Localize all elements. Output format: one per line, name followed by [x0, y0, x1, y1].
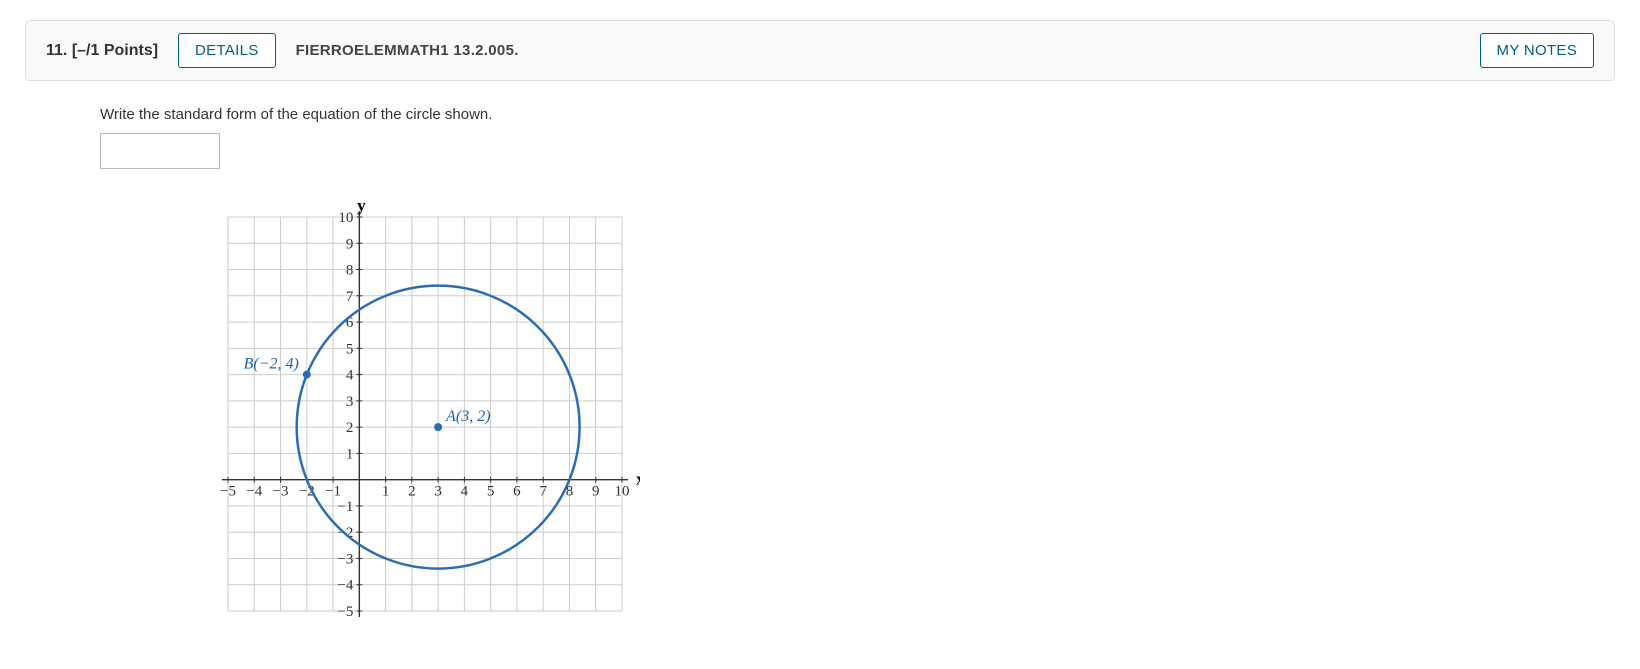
svg-text:x: x [636, 470, 640, 489]
svg-text:−1: −1 [325, 484, 341, 500]
svg-text:−4: −4 [337, 578, 353, 594]
svg-text:4: 4 [346, 368, 354, 384]
question-header: 11. [–/1 Points] DETAILS FIERROELEMMATH1… [25, 20, 1615, 81]
svg-text:2: 2 [408, 484, 416, 500]
svg-text:3: 3 [346, 394, 354, 410]
svg-text:7: 7 [539, 484, 547, 500]
svg-text:−4: −4 [246, 484, 262, 500]
graph-container: −5−4−3−2−112345678910−5−4−3−2−1123456789… [210, 199, 1540, 634]
svg-text:2: 2 [346, 420, 354, 436]
svg-text:5: 5 [487, 484, 495, 500]
question-source: FIERROELEMMATH1 13.2.005. [296, 42, 519, 59]
q-points-text: [–/1 Points] [72, 42, 158, 59]
svg-text:−1: −1 [337, 499, 353, 515]
svg-text:3: 3 [434, 484, 442, 500]
svg-text:6: 6 [513, 484, 521, 500]
svg-text:B(−2, 4): B(−2, 4) [244, 356, 299, 373]
svg-text:A(3, 2): A(3, 2) [445, 408, 490, 425]
svg-text:−3: −3 [337, 551, 353, 567]
answer-input[interactable] [100, 133, 220, 169]
my-notes-button[interactable]: MY NOTES [1480, 33, 1594, 68]
svg-text:10: 10 [615, 484, 630, 500]
svg-text:−3: −3 [273, 484, 289, 500]
svg-text:5: 5 [346, 341, 354, 357]
svg-text:7: 7 [346, 289, 354, 305]
q-number-text: 11. [46, 42, 67, 59]
header-left: 11. [–/1 Points] DETAILS FIERROELEMMATH1… [46, 33, 519, 68]
circle-graph: −5−4−3−2−112345678910−5−4−3−2−1123456789… [210, 199, 640, 629]
svg-text:1: 1 [346, 446, 354, 462]
svg-text:8: 8 [346, 263, 354, 279]
svg-text:9: 9 [592, 484, 600, 500]
svg-text:−5: −5 [337, 604, 353, 620]
svg-text:y: y [357, 199, 366, 215]
question-content: Write the standard form of the equation … [25, 81, 1615, 634]
svg-text:10: 10 [338, 210, 353, 226]
svg-text:1: 1 [382, 484, 390, 500]
svg-text:−5: −5 [220, 484, 236, 500]
svg-text:4: 4 [461, 484, 469, 500]
question-number: 11. [–/1 Points] [46, 42, 158, 60]
details-button[interactable]: DETAILS [178, 33, 276, 68]
svg-text:9: 9 [346, 236, 354, 252]
question-prompt: Write the standard form of the equation … [100, 106, 1540, 123]
